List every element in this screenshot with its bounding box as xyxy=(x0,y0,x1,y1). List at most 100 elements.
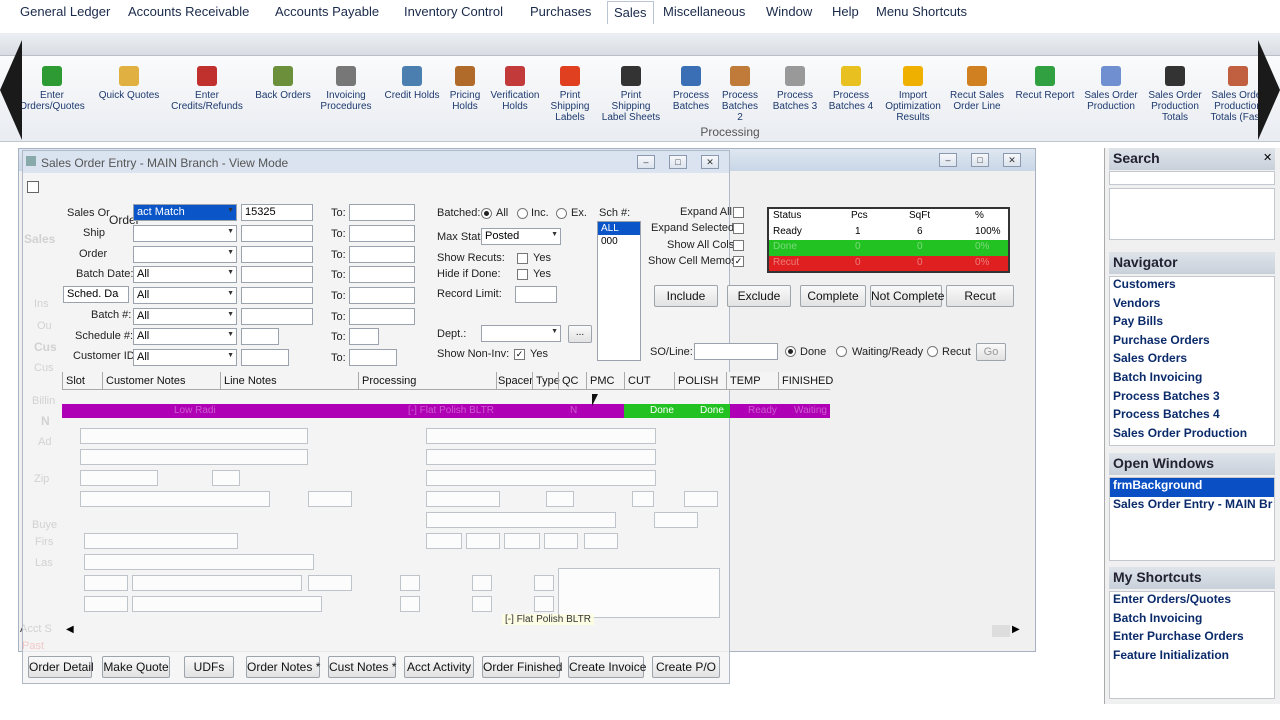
match-mode-select[interactable]: act Match xyxy=(133,204,237,221)
order-from-date-input[interactable] xyxy=(241,246,313,263)
search-results[interactable] xyxy=(1109,188,1275,240)
ship-from-input[interactable] xyxy=(241,225,313,242)
ribbon-button[interactable]: Process Batches 3 xyxy=(770,66,820,112)
grid-column-divider[interactable] xyxy=(532,372,533,390)
document-icon[interactable] xyxy=(27,181,39,193)
sched-date-to-input[interactable] xyxy=(349,287,415,304)
form-field[interactable] xyxy=(80,491,270,507)
grid-column-header[interactable]: QC xyxy=(562,375,579,387)
grid-row[interactable]: Low Radi [-] Flat Polish BLTR N Done Don… xyxy=(62,404,830,418)
ribbon-button[interactable]: Sales Order Production xyxy=(1080,66,1142,112)
grid-column-header[interactable]: PMC xyxy=(590,375,614,387)
order-select[interactable] xyxy=(133,246,237,263)
done-radio[interactable] xyxy=(785,346,796,357)
close-icon[interactable]: ✕ xyxy=(1263,151,1272,164)
grid-column-divider[interactable] xyxy=(558,372,559,390)
record-limit-input[interactable] xyxy=(515,286,557,303)
show-all-cols-checkbox[interactable] xyxy=(733,240,744,251)
panel-list-item[interactable]: frmBackground xyxy=(1110,478,1274,497)
panel-list-item[interactable]: Sales Orders xyxy=(1110,351,1274,370)
grid-column-header[interactable]: Processing xyxy=(362,375,416,387)
form-field[interactable] xyxy=(80,470,158,486)
ribbon-button[interactable]: Back Orders xyxy=(250,66,316,101)
close-button[interactable]: ✕ xyxy=(701,155,719,169)
form-field[interactable] xyxy=(400,596,420,612)
order-to-input[interactable] xyxy=(349,204,415,221)
form-field[interactable] xyxy=(84,575,128,591)
panel-list-item[interactable]: Feature Initialization xyxy=(1110,648,1274,667)
form-field[interactable] xyxy=(400,575,420,591)
menu-item-window[interactable]: Window xyxy=(766,4,812,19)
panel-list-item[interactable]: Pay Bills xyxy=(1110,314,1274,333)
minimize-button[interactable]: – xyxy=(637,155,655,169)
maximize-button[interactable]: □ xyxy=(971,153,989,167)
ribbon-button[interactable]: Process Batches 2 xyxy=(718,66,762,123)
menu-item-help[interactable]: Help xyxy=(832,4,859,19)
create-p-o-button[interactable]: Create P/O xyxy=(652,656,720,678)
form-field[interactable] xyxy=(426,449,656,465)
grid-column-header[interactable]: Customer Notes xyxy=(106,375,185,387)
form-field[interactable] xyxy=(504,533,540,549)
menu-item-miscellaneous[interactable]: Miscellaneous xyxy=(663,4,745,19)
grid-column-header[interactable]: TEMP xyxy=(730,375,761,387)
menu-item-purchases[interactable]: Purchases xyxy=(530,4,591,19)
form-field[interactable] xyxy=(308,575,352,591)
scroll-left-icon[interactable]: ◀ xyxy=(66,624,74,635)
exclude-button[interactable]: Exclude xyxy=(727,285,791,307)
create-invoice-button[interactable]: Create Invoice xyxy=(568,656,646,678)
panel-list-item[interactable]: Customers xyxy=(1110,277,1274,296)
expand-all-checkbox[interactable] xyxy=(733,207,744,218)
customer-to-input[interactable] xyxy=(349,349,397,366)
panel-list-item[interactable]: Enter Purchase Orders xyxy=(1110,629,1274,648)
batch-number-to-input[interactable] xyxy=(349,308,415,325)
form-field[interactable] xyxy=(632,491,654,507)
ship-to-input[interactable] xyxy=(349,225,415,242)
batch-date-from-input[interactable] xyxy=(241,266,313,283)
panel-list-item[interactable]: Batch Invoicing xyxy=(1110,611,1274,630)
so-line-input[interactable] xyxy=(694,343,778,360)
order-notes-button[interactable]: Order Notes * xyxy=(246,656,320,678)
form-field[interactable] xyxy=(654,512,698,528)
grid-column-divider[interactable] xyxy=(220,372,221,390)
customer-from-input[interactable] xyxy=(241,349,289,366)
form-field[interactable] xyxy=(84,533,238,549)
panel-list-item[interactable]: Purchase Orders xyxy=(1110,333,1274,352)
horizontal-scroll-thumb[interactable] xyxy=(992,625,1010,637)
schedule-to-input[interactable] xyxy=(349,328,379,345)
menu-item-sales[interactable]: Sales xyxy=(607,1,654,24)
form-field[interactable] xyxy=(426,470,656,486)
ribbon-button[interactable]: Process Batches 4 xyxy=(826,66,876,112)
ribbon-button[interactable]: Enter Orders/Quotes xyxy=(16,66,88,112)
include-button[interactable]: Include xyxy=(654,285,718,307)
form-field[interactable] xyxy=(132,596,322,612)
grid-column-header[interactable]: Slot xyxy=(66,375,85,387)
ribbon-button[interactable]: Import Optimization Results xyxy=(880,66,946,123)
form-field[interactable] xyxy=(684,491,718,507)
grid-column-divider[interactable] xyxy=(586,372,587,390)
batch-date-select[interactable]: All xyxy=(133,266,237,283)
menu-item-accounts-payable[interactable]: Accounts Payable xyxy=(275,4,379,19)
ribbon-button[interactable]: Recut Sales Order Line xyxy=(948,66,1006,112)
panel-list-item[interactable]: Batch Invoicing xyxy=(1110,370,1274,389)
ribbon-button[interactable]: Recut Report xyxy=(1012,66,1078,101)
scroll-right-icon[interactable]: ▶ xyxy=(1012,624,1020,635)
expand-selected-checkbox[interactable] xyxy=(733,223,744,234)
form-field[interactable] xyxy=(132,575,302,591)
form-field[interactable] xyxy=(426,512,616,528)
maximize-button[interactable]: □ xyxy=(669,155,687,169)
not-complete-button[interactable]: Not Complete xyxy=(870,285,944,307)
schedule-number-select[interactable]: All xyxy=(133,328,237,345)
show-non-inv-checkbox[interactable]: ✓ xyxy=(514,349,525,360)
form-field[interactable] xyxy=(558,568,720,618)
panel-list-item[interactable]: Sales Order Entry - MAIN Br xyxy=(1110,497,1274,516)
order-to-date-input[interactable] xyxy=(349,246,415,263)
ship-select[interactable] xyxy=(133,225,237,242)
ribbon-button[interactable]: Process Batches xyxy=(670,66,712,112)
form-field[interactable] xyxy=(80,428,308,444)
ribbon-button[interactable]: Sales Order Production Totals xyxy=(1146,66,1204,123)
ribbon-button[interactable]: Invoicing Procedures xyxy=(320,66,372,112)
form-field[interactable] xyxy=(534,575,554,591)
order-detail-button[interactable]: Order Detail xyxy=(28,656,94,678)
search-input[interactable] xyxy=(1109,171,1275,185)
go-button[interactable]: Go xyxy=(976,343,1006,361)
